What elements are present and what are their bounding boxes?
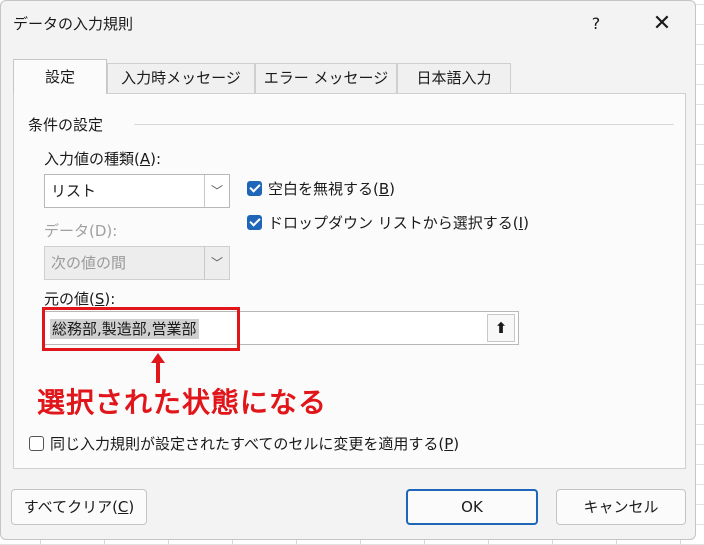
validation-criteria-label: 条件の設定 [28,114,110,135]
ok-button[interactable]: OK [406,489,538,525]
apply-to-all-label: 同じ入力規則が設定されたすべてのセルに変更を適用する(P) [50,435,460,453]
tab-settings[interactable]: 設定 [13,59,107,94]
cancel-button[interactable]: キャンセル [556,489,686,525]
in-cell-dropdown-label: ドロップダウン リストから選択する(I) [268,214,529,232]
checkbox-checked-icon[interactable] [247,181,262,196]
tab-ime-mode[interactable]: 日本語入力 [397,63,511,93]
collapse-dialog-button[interactable]: ⬆ [487,314,515,342]
help-button[interactable]: ? [581,11,611,37]
allow-label: 入力値の種類(A): [44,150,162,168]
data-label: データ(D): [44,222,118,240]
ignore-blank-checkbox[interactable]: 空白を無視する(B) [247,178,395,199]
data-operator-dropdown: 次の値の間 ﹀ [44,246,230,280]
data-operator-value: 次の値の間 [51,254,127,272]
allow-value: リスト [51,182,97,200]
in-cell-dropdown-checkbox[interactable]: ドロップダウン リストから選択する(I) [247,212,529,233]
title-bar: データの入力規則 ? ✕ [1,1,695,47]
annotation-text: 選択された状態になる [37,386,328,419]
tab-error-alert[interactable]: エラー メッセージ [255,63,397,93]
annotation-arrow-icon [151,353,165,383]
ignore-blank-label: 空白を無視する(B) [268,180,396,198]
clear-all-button[interactable]: すべてクリア(C) [11,489,147,525]
dialog-title: データの入力規則 [13,15,134,33]
allow-dropdown[interactable]: リスト ﹀ [44,174,230,208]
tab-input-message[interactable]: 入力時メッセージ [107,63,255,93]
source-label: 元の値(S): [44,290,116,308]
checkbox-checked-icon[interactable] [247,215,262,230]
checkbox-unchecked-icon[interactable] [29,436,44,451]
chevron-down-icon[interactable]: ﹀ [204,175,229,207]
highlight-box [42,307,240,351]
apply-to-all-checkbox[interactable]: 同じ入力規則が設定されたすべてのセルに変更を適用する(P) [29,433,459,454]
data-validation-dialog: データの入力規則 ? ✕ 設定 入力時メッセージ エラー メッセージ 日本語入力… [0,0,696,540]
chevron-down-icon: ﹀ [204,247,229,279]
close-button[interactable]: ✕ [645,9,679,39]
group-divider [134,124,674,125]
